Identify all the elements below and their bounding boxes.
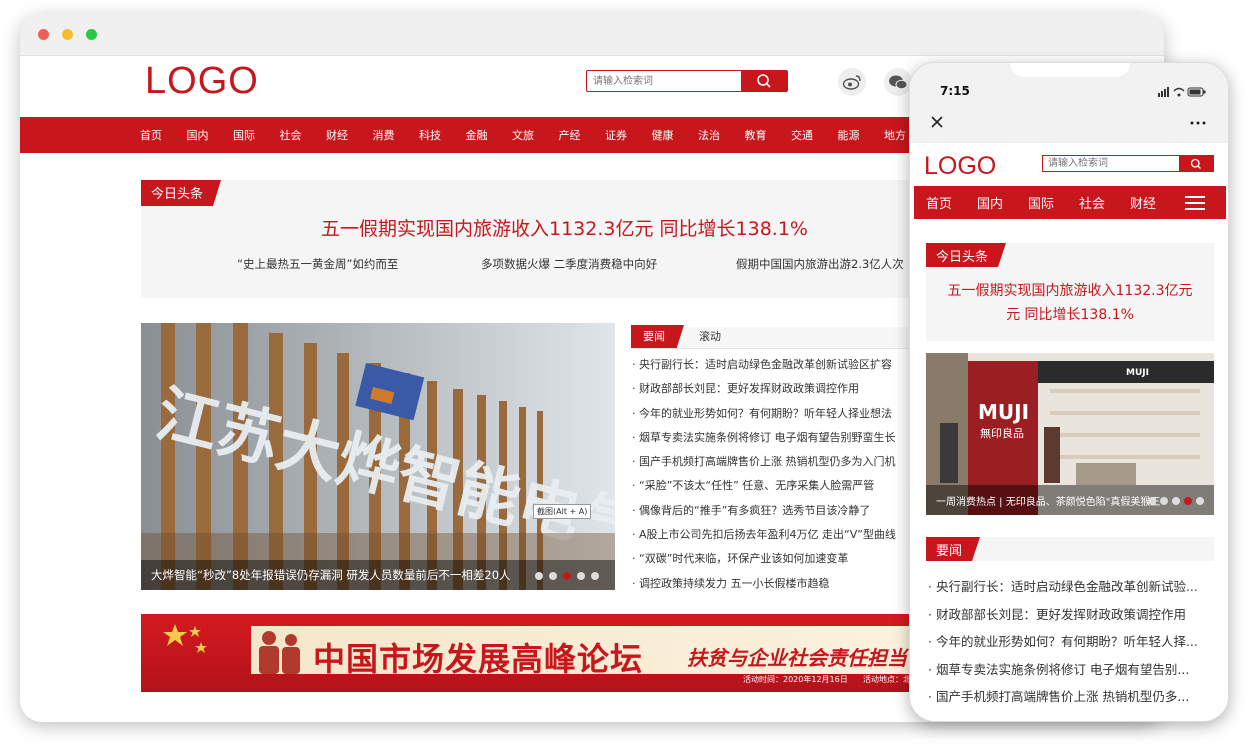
mobile-slider-dot[interactable] (1196, 497, 1204, 505)
tab-important-news[interactable]: 要闻 (631, 325, 684, 348)
mobile-slider-dot[interactable] (1160, 497, 1168, 505)
phone-time: 7:15 (940, 84, 970, 98)
nav-item[interactable]: 产经 (559, 127, 606, 143)
weibo-icon[interactable] (838, 68, 866, 96)
nav-item[interactable]: 财经 (326, 127, 373, 143)
mobile-headline-section: 今日头条 五一假期实现国内旅游收入1132.3亿元 元 同比增长138.1% (926, 243, 1214, 341)
minimize-window-dot[interactable] (62, 29, 73, 40)
svg-text:MUJI: MUJI (1126, 368, 1149, 378)
signal-wifi-battery-icon (1158, 87, 1206, 97)
mobile-news-item[interactable]: · 央行副行长：适时启动绿色金融改革创新试验... (928, 573, 1218, 601)
mobile-logo[interactable]: LOGO (924, 152, 996, 181)
search-icon (1190, 158, 1201, 169)
mobile-news-item[interactable]: · 财政部部长刘昆：更好发挥财政政策调控作用 (928, 601, 1218, 629)
mobile-search-box (1042, 155, 1214, 172)
banner-slogan: 扶贫与企业社会责任担当 (687, 646, 907, 670)
mobile-nav-item[interactable]: 财经 (1130, 193, 1181, 212)
mobile-headline-line: 五一假期实现国内旅游收入1132.3亿元 (947, 283, 1193, 299)
nav-item[interactable]: 文旅 (512, 127, 559, 143)
mobile-news-list: · 央行副行长：适时启动绿色金融改革创新试验... · 财政部部长刘昆：更好发挥财… (928, 573, 1218, 711)
menu-icon[interactable] (1185, 195, 1205, 210)
screenshot-tooltip: 截图(Alt + A) (533, 504, 592, 519)
mobile-news-item[interactable]: · 今年的就业形势如何？有何期盼？听年轻人择... (928, 628, 1218, 656)
image-slider[interactable]: 江苏大烨智能电气 截图(Alt + A) 大烨智能“秒改”8处年报错误仍存漏洞 … (141, 323, 615, 590)
headline-tag: 今日头条 (141, 180, 222, 206)
phone-toolbar (910, 116, 1228, 143)
search-button[interactable] (741, 71, 787, 91)
search-input[interactable] (587, 71, 741, 91)
search-icon (757, 74, 771, 88)
nav-item[interactable]: 金融 (466, 127, 513, 143)
mobile-image-slider[interactable]: MUJI 無印良品 MUJI 一周消费热点 | 无印良品、茶颜悦色陷"真假美猴王… (926, 353, 1214, 515)
mobile-search-button[interactable] (1179, 156, 1213, 171)
maximize-window-dot[interactable] (86, 29, 97, 40)
headline-sub-link[interactable]: 多项数据火爆 二季度消费稳中向好 (481, 256, 657, 272)
slider-dot[interactable] (563, 572, 571, 580)
phone-notch (1010, 63, 1130, 77)
mobile-nav-item[interactable]: 国际 (1028, 193, 1079, 212)
site-logo[interactable]: LOGO (145, 60, 259, 103)
mobile-news-item[interactable]: · 烟草专卖法实施条例将修订 电子烟有望告别... (928, 656, 1218, 684)
nav-item[interactable]: 首页 (140, 127, 187, 143)
nav-item[interactable]: 交通 (791, 127, 838, 143)
mobile-nav-item[interactable]: 社会 (1079, 193, 1130, 212)
mobile-slider-dots (1148, 497, 1204, 505)
mobile-search-input[interactable] (1043, 156, 1179, 171)
nav-item[interactable]: 社会 (280, 127, 327, 143)
mobile-headline-link[interactable]: 五一假期实现国内旅游收入1132.3亿元 元 同比增长138.1% (926, 279, 1214, 327)
star-flag-icon (163, 624, 207, 653)
slider-dot[interactable] (549, 572, 557, 580)
mobile-slider-dot[interactable] (1148, 497, 1156, 505)
mobile-news-item[interactable]: · 国产手机频打高端牌售价上涨 热销机型仍多... (928, 683, 1218, 711)
slider-photo: 江苏大烨智能电气 (141, 323, 615, 590)
headline-sub-link[interactable]: 假期中国国内旅游出游2.3亿人次 (736, 256, 904, 272)
mobile-slider-dot[interactable] (1172, 497, 1180, 505)
slider-dot[interactable] (577, 572, 585, 580)
nav-item[interactable]: 教育 (745, 127, 792, 143)
slider-dots (535, 572, 599, 580)
wechat-icon[interactable] (884, 68, 912, 96)
mobile-nav-item[interactable]: 国内 (977, 193, 1028, 212)
slider-dot[interactable] (591, 572, 599, 580)
people-silhouette-icon (259, 631, 300, 674)
headline-main-link[interactable]: 五一假期实现国内旅游收入1132.3亿元 同比增长138.1% (321, 214, 808, 241)
mobile-news-section: 要闻 (926, 537, 1214, 561)
mobile-news-tag: 要闻 (926, 537, 981, 561)
banner-time: 活动时间：2020年12月16日 (743, 675, 848, 684)
window-titlebar (20, 14, 1164, 56)
svg-text:MUJI: MUJI (978, 400, 1029, 424)
mobile-phone-frame: 7:15 LOGO 首页国内国际社会财经 今日头条 五一假期实现国内旅游收入11… (909, 62, 1229, 722)
banner-title: 中国市场发展高峰论坛 (313, 640, 644, 678)
nav-item[interactable]: 能源 (838, 127, 885, 143)
nav-item[interactable]: 科技 (419, 127, 466, 143)
nav-item[interactable]: 国内 (187, 127, 234, 143)
nav-item[interactable]: 证券 (605, 127, 652, 143)
mobile-nav: 首页 国内 国际 社会 财经 (914, 186, 1226, 219)
headline-sub-link[interactable]: “史上最热五一黄金周”如约而至 (237, 256, 398, 272)
close-icon[interactable] (930, 115, 944, 129)
banner-place: 活动地点：北 (863, 675, 911, 684)
mobile-headline-tag: 今日头条 (926, 243, 1007, 267)
close-window-dot[interactable] (38, 29, 49, 40)
nav-item[interactable]: 国际 (233, 127, 280, 143)
mobile-nav-item[interactable]: 首页 (926, 193, 977, 212)
search-box (586, 70, 788, 92)
svg-text:無印良品: 無印良品 (980, 426, 1024, 440)
mobile-headline-line: 元 同比增长138.1% (1006, 307, 1134, 323)
more-icon[interactable] (1190, 121, 1206, 125)
mobile-slider-dot[interactable] (1184, 497, 1192, 505)
slider-dot[interactable] (535, 572, 543, 580)
nav-item[interactable]: 法治 (698, 127, 745, 143)
tab-rolling-news[interactable]: 滚动 (677, 325, 735, 348)
nav-item[interactable]: 健康 (652, 127, 699, 143)
phone-status-bar: 7:15 (910, 63, 1228, 119)
nav-item[interactable]: 消费 (373, 127, 420, 143)
